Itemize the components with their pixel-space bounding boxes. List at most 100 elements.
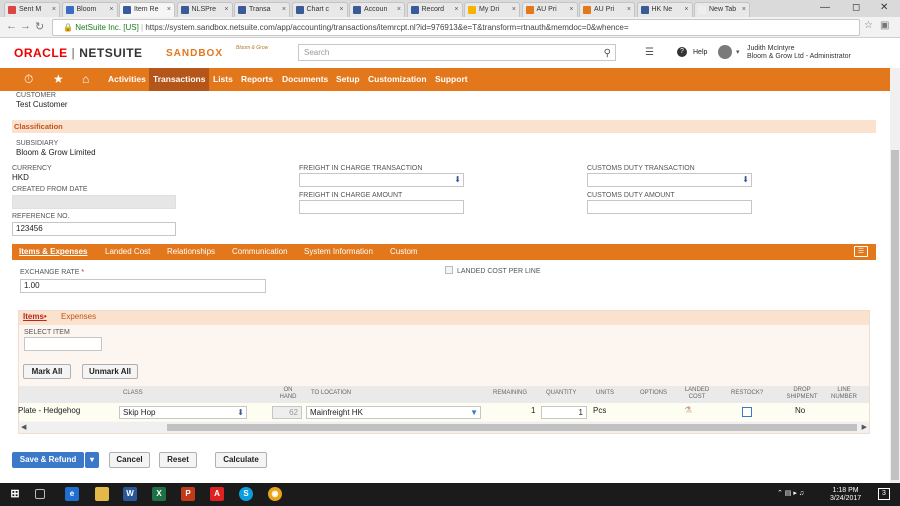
chrome-icon[interactable]: ◉ xyxy=(268,487,282,501)
task-view-icon[interactable] xyxy=(35,489,45,499)
save-options-chevron-icon[interactable]: ▾ xyxy=(85,452,99,468)
acrobat-icon[interactable]: A xyxy=(210,487,224,501)
menu-setup[interactable]: Setup xyxy=(332,68,364,91)
excel-icon[interactable]: X xyxy=(152,487,166,501)
tab-close-icon[interactable]: × xyxy=(52,3,56,16)
browser-tab[interactable]: Accoun × xyxy=(349,2,405,17)
word-icon[interactable]: W xyxy=(123,487,137,501)
help-icon[interactable]: ? xyxy=(677,47,687,57)
home-icon[interactable]: ⌂ xyxy=(82,72,89,86)
favorites-star-icon[interactable]: ★ xyxy=(53,72,64,86)
tab-close-icon[interactable]: × xyxy=(569,3,573,16)
bookmark-star-icon[interactable]: ☆ xyxy=(864,20,873,31)
landed-cost-icon[interactable]: ⚗ xyxy=(684,405,692,416)
reset-button[interactable]: Reset xyxy=(159,452,197,468)
exchange-rate-field[interactable]: 1.00 xyxy=(20,279,266,293)
page-scrollbar[interactable] xyxy=(890,68,900,483)
close-window-icon[interactable]: ✕ xyxy=(880,2,888,13)
tab-close-icon[interactable]: × xyxy=(512,3,516,16)
customs-transaction-select[interactable]: ⬇ xyxy=(587,173,752,187)
skype-icon[interactable]: S xyxy=(239,487,253,501)
menu-activities[interactable]: Activities xyxy=(104,68,150,91)
tab-items[interactable]: Items• xyxy=(23,312,47,321)
classification-heading[interactable]: Classification xyxy=(12,120,876,133)
save-refund-button[interactable]: Save & Refund xyxy=(12,452,84,468)
back-icon[interactable]: ← xyxy=(6,20,17,32)
maximize-icon[interactable]: ◻ xyxy=(852,2,860,13)
tab-close-icon[interactable]: × xyxy=(282,3,286,16)
browser-tab[interactable]: Sent M × xyxy=(4,2,60,17)
tab-close-icon[interactable]: × xyxy=(684,3,688,16)
browser-tab[interactable]: Transa × xyxy=(234,2,290,17)
menu-documents[interactable]: Documents xyxy=(278,68,332,91)
edge-icon[interactable]: e xyxy=(65,487,79,501)
browser-tab[interactable]: AU Pri × xyxy=(579,2,635,17)
menu-customization[interactable]: Customization xyxy=(364,68,431,91)
browser-tab[interactable]: HK Ne × xyxy=(636,2,693,17)
to-location-select[interactable]: Mainfreight HK ▼ xyxy=(306,406,481,419)
user-avatar-icon[interactable] xyxy=(718,45,732,59)
notifications-icon[interactable]: 3 xyxy=(878,488,890,500)
tab-close-icon[interactable]: × xyxy=(397,3,401,16)
file-explorer-icon[interactable] xyxy=(95,487,109,501)
menu-lists[interactable]: Lists xyxy=(209,68,237,91)
subtab-system-information[interactable]: System Information xyxy=(304,244,373,260)
browser-tab[interactable]: AU Pri × xyxy=(521,2,578,17)
minimize-icon[interactable]: — xyxy=(820,2,830,13)
subtab-communication[interactable]: Communication xyxy=(232,244,288,260)
browser-tab[interactable]: My Dri × xyxy=(464,2,520,17)
recent-icon[interactable]: ⏱ xyxy=(24,72,33,87)
quantity-field[interactable]: 1 xyxy=(541,406,587,419)
tab-expenses[interactable]: Expenses xyxy=(61,312,96,321)
subtab-custom[interactable]: Custom xyxy=(390,244,418,260)
tab-close-icon[interactable]: × xyxy=(627,3,631,16)
landed-cost-per-line-checkbox[interactable] xyxy=(445,266,453,274)
browser-tab[interactable]: New Tab × xyxy=(694,2,750,17)
cancel-button[interactable]: Cancel xyxy=(109,452,150,468)
mark-all-button[interactable]: Mark All xyxy=(23,364,71,379)
menu-reports[interactable]: Reports xyxy=(237,68,277,91)
reload-icon[interactable]: ↻ xyxy=(35,20,44,33)
clock[interactable]: 1:18 PM 3/24/2017 xyxy=(830,487,861,503)
browser-tab[interactable]: NLSPre × xyxy=(176,2,233,17)
expand-tabs-icon[interactable]: ☰ xyxy=(854,246,868,257)
powerpoint-icon[interactable]: P xyxy=(181,487,195,501)
forward-icon[interactable]: → xyxy=(20,20,31,32)
tab-close-icon[interactable]: × xyxy=(167,3,171,16)
recent-records-icon[interactable]: ☰ xyxy=(645,47,654,58)
tab-close-icon[interactable]: × xyxy=(742,3,746,16)
customer-value[interactable]: Test Customer xyxy=(16,100,68,109)
freight-amount-field[interactable] xyxy=(299,200,464,214)
url-field[interactable]: 🔒 NetSuite Inc. [US] | https://system.sa… xyxy=(52,19,860,36)
global-search-input[interactable]: Search ⚲ xyxy=(298,44,616,61)
calculate-button[interactable]: Calculate xyxy=(215,452,267,468)
unmark-all-button[interactable]: Unmark All xyxy=(82,364,138,379)
browser-tab[interactable]: Item Re × xyxy=(119,2,175,17)
chevron-down-icon[interactable]: ▾ xyxy=(736,48,740,56)
extension-icon[interactable]: ▣ xyxy=(880,20,889,31)
freight-transaction-select[interactable]: ⬇ xyxy=(299,173,464,187)
customs-amount-field[interactable] xyxy=(587,200,752,214)
class-select[interactable]: Skip Hop ⬇ xyxy=(119,406,247,419)
subtab-relationships[interactable]: Relationships xyxy=(167,244,215,260)
search-icon[interactable]: ⚲ xyxy=(604,46,611,61)
user-menu[interactable]: Judith McIntyre Bloom & Grow Ltd - Admin… xyxy=(747,45,851,61)
system-tray-icons[interactable]: ⌃ ▤ ▸ ♫ xyxy=(777,489,804,497)
select-item-field[interactable] xyxy=(24,337,102,351)
scroll-left-icon[interactable]: ◀ xyxy=(21,423,26,431)
restock-checkbox[interactable] xyxy=(742,407,752,417)
subtab-items-expenses[interactable]: Items & Expenses xyxy=(19,244,87,260)
menu-transactions[interactable]: Transactions xyxy=(149,68,210,91)
tab-close-icon[interactable]: × xyxy=(109,3,113,16)
tab-close-icon[interactable]: × xyxy=(339,3,343,16)
help-link[interactable]: Help xyxy=(693,49,707,56)
scroll-right-icon[interactable]: ▶ xyxy=(862,423,867,431)
subtab-landed-cost[interactable]: Landed Cost xyxy=(105,244,150,260)
browser-tab[interactable]: Record × xyxy=(406,2,463,17)
scrollbar-thumb[interactable] xyxy=(167,424,857,431)
scrollbar-thumb[interactable] xyxy=(891,150,899,480)
menu-support[interactable]: Support xyxy=(431,68,472,91)
reference-field[interactable]: 123456 xyxy=(12,222,176,236)
table-row[interactable]: Plate - Hedgehog Skip Hop ⬇ 62 Mainfreigh… xyxy=(18,403,869,421)
tab-close-icon[interactable]: × xyxy=(454,3,458,16)
